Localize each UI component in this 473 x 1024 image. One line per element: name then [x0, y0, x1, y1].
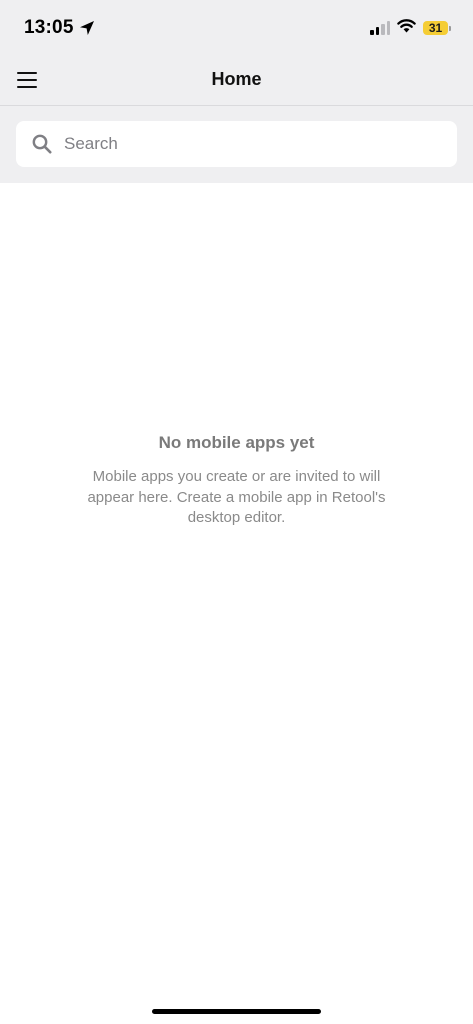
status-bar: 13:05 31	[0, 0, 473, 56]
page-title: Home	[211, 69, 262, 89]
battery-icon: 31	[423, 21, 451, 35]
empty-state-description: Mobile apps you create or are invited to…	[87, 468, 386, 526]
location-arrow-icon	[79, 20, 95, 36]
battery-level: 31	[423, 21, 448, 35]
status-icons: 31	[370, 18, 451, 38]
search-icon	[32, 134, 52, 154]
wifi-icon	[397, 18, 416, 38]
navigation-bar: Home	[0, 56, 473, 106]
search-bar[interactable]	[16, 121, 457, 167]
cellular-signal-icon	[370, 21, 390, 35]
search-input[interactable]	[64, 121, 444, 167]
empty-state: No mobile apps yet Mobile apps you creat…	[0, 433, 473, 529]
empty-state-title: No mobile apps yet	[158, 433, 315, 452]
status-time: 13:05	[24, 17, 74, 38]
status-time-group: 13:05	[24, 16, 95, 40]
home-indicator[interactable]	[152, 1009, 321, 1014]
